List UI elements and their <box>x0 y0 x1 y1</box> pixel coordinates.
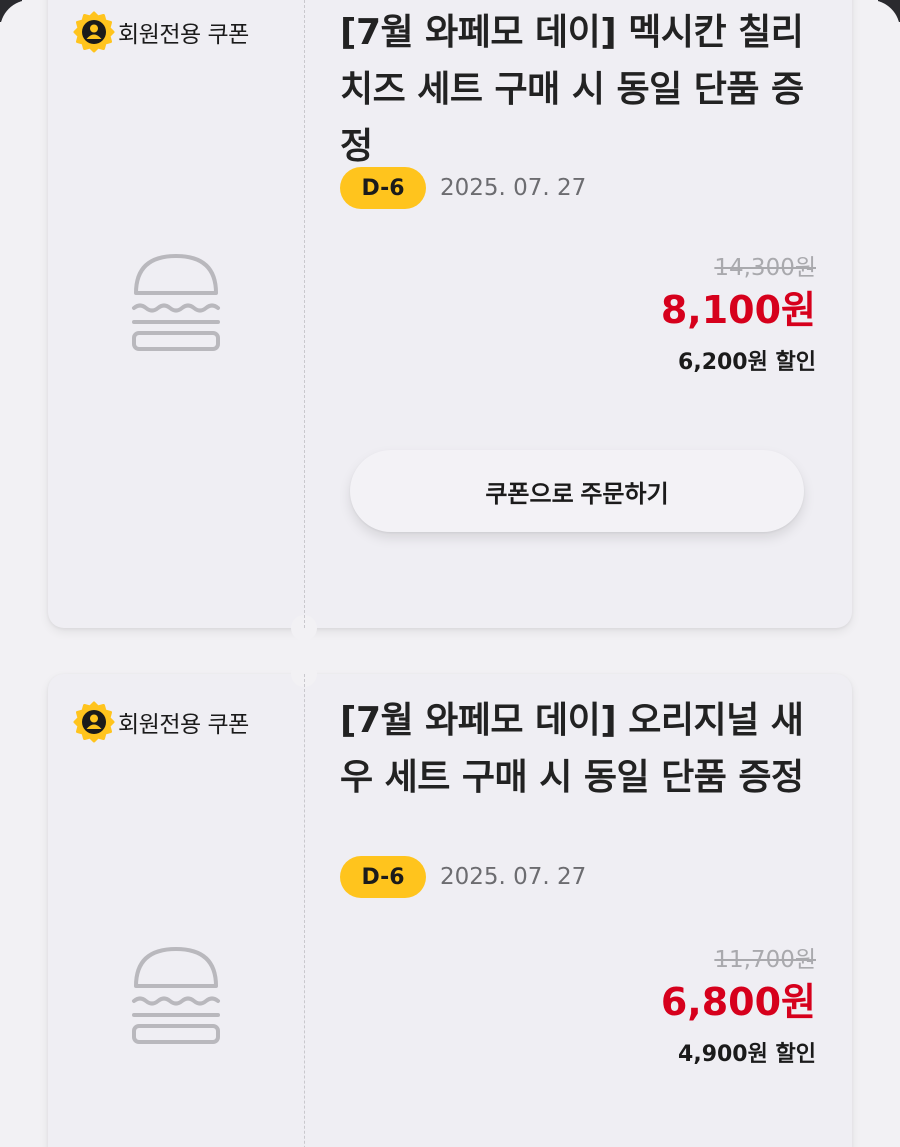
screen-edge-left <box>0 0 44 44</box>
burger-icon <box>132 254 220 351</box>
ticket-divider <box>304 674 305 1147</box>
coupon-list-page: 회원전용 쿠폰 [7월 와페모 데이] 멕시칸 칠리 치즈 세트 구매 시 동일… <box>0 0 900 1147</box>
discount-amount: 6,200원 할인 <box>678 350 816 375</box>
badge-label: 회원전용 쿠폰 <box>118 712 249 738</box>
coupon-title: [7월 와페모 데이] 멕시칸 칠리 치즈 세트 구매 시 동일 단품 증정 <box>340 12 804 167</box>
price-block: 11,700원 6,800원 4,900원 할인 <box>661 940 816 1068</box>
expiry-date: 2025. 07. 27 <box>440 175 587 201</box>
dday-badge: D-6 <box>340 856 426 898</box>
order-with-coupon-button[interactable]: 쿠폰으로 주문하기 <box>350 450 804 532</box>
coupon-card: 회원전용 쿠폰 [7월 와페모 데이] 멕시칸 칠리 치즈 세트 구매 시 동일… <box>48 0 852 641</box>
price-block: 14,300원 8,100원 6,200원 할인 <box>661 248 816 376</box>
original-price: 14,300원 <box>714 255 816 281</box>
member-person-icon <box>73 701 115 743</box>
expiry-date: 2025. 07. 27 <box>440 864 587 890</box>
coupon-title: [7월 와페모 데이] 오리지널 새우 세트 구매 시 동일 단품 증정 <box>340 700 804 798</box>
coupon-meta: D-6 2025. 07. 27 <box>340 856 586 898</box>
member-only-badge: 회원전용 쿠폰 <box>72 10 249 54</box>
ticket-divider <box>304 0 305 628</box>
member-person-icon <box>73 11 115 53</box>
burger-icon <box>132 947 220 1044</box>
screen-edge-right <box>856 0 900 44</box>
sale-price: 6,800원 <box>660 980 816 1024</box>
coupon-card: 회원전용 쿠폰 [7월 와페모 데이] 오리지널 새우 세트 구매 시 동일 단… <box>48 661 852 1147</box>
coupon-meta: D-6 2025. 07. 27 <box>340 167 586 209</box>
sale-price: 8,100원 <box>660 288 816 332</box>
original-price: 11,700원 <box>714 947 816 973</box>
member-only-badge: 회원전용 쿠폰 <box>72 700 249 744</box>
discount-amount: 4,900원 할인 <box>678 1042 816 1067</box>
badge-label: 회원전용 쿠폰 <box>118 22 249 48</box>
dday-badge: D-6 <box>340 167 426 209</box>
